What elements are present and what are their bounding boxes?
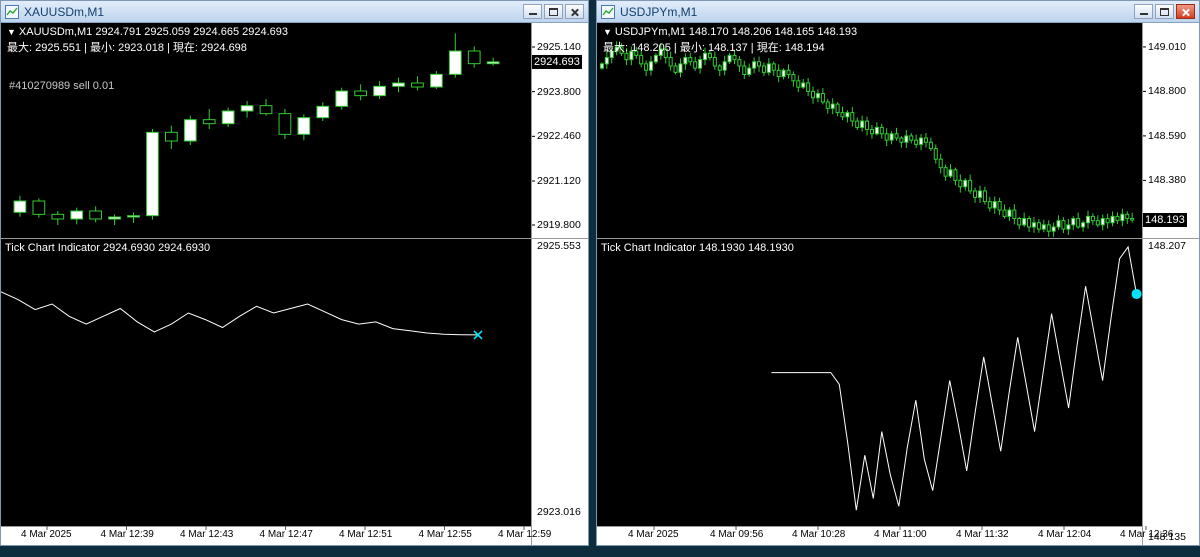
chart-canvas[interactable] [597, 23, 1199, 545]
tick-end-dot-marker [1131, 289, 1142, 300]
window-title: USDJPYm,M1 [620, 4, 698, 19]
time-axis-label: 4 Mar 11:00 [874, 529, 927, 540]
price-axis-label: 2922.460 [537, 130, 581, 143]
minimize-icon [1140, 13, 1148, 15]
mdi-background: XAUUSDm,M1 ▼ XAUUSDm,M1 2924.791 2925.059… [0, 0, 1200, 557]
chart-window-icon [5, 4, 19, 19]
time-axis-label: 4 Mar 2025 [628, 529, 679, 540]
minimize-button[interactable] [523, 4, 542, 19]
ohlc-values: USDJPYm,M1 148.170 148.206 148.165 148.1… [614, 26, 858, 38]
tick-indicator-label: Tick Chart Indicator 2924.6930 2924.6930 [5, 242, 211, 254]
price-axis-label: 2921.120 [537, 175, 581, 187]
time-axis-label: 4 Mar 2025 [21, 529, 72, 540]
current-price-tag: 2924.693 [532, 54, 582, 69]
price-axis-label: 149.010 [1148, 40, 1186, 53]
ohlc-info-line: ▼ XAUUSDm,M1 2924.791 2925.059 2924.665 2… [7, 26, 288, 38]
time-axis-label: 4 Mar 12:39 [100, 529, 154, 540]
ohlc-info-line: ▼ USDJPYm,M1 148.170 148.206 148.165 148.… [603, 26, 857, 38]
window-title: XAUUSDm,M1 [24, 4, 105, 19]
chart-area[interactable]: ▼ XAUUSDm,M1 2924.791 2925.059 2924.665 2… [1, 23, 588, 545]
candlestick-series [13, 33, 500, 225]
price-axis-label: 148.800 [1148, 85, 1186, 98]
chart-area[interactable]: ▼ USDJPYm,M1 148.170 148.206 148.165 148.… [597, 23, 1199, 545]
price-axis-label: 148.380 [1148, 174, 1186, 187]
price-axis-strip[interactable] [1142, 23, 1199, 545]
minimize-icon [529, 13, 537, 15]
time-axis-label: 4 Mar 12:36 [1120, 529, 1174, 540]
price-axis-label: 2925.140 [537, 41, 581, 53]
window-titlebar[interactable]: XAUUSDm,M1 [1, 1, 588, 23]
tick-indicator-label: Tick Chart Indicator 148.1930 148.1930 [601, 242, 794, 254]
tick-line [771, 245, 1137, 511]
tick-scale-max-label: 2925.553 [537, 240, 581, 252]
tick-line [1, 291, 479, 336]
close-icon [1177, 5, 1194, 18]
open-order-label: #410270989 sell 0.01 [9, 80, 115, 92]
time-axis-label: 4 Mar 12:55 [418, 529, 472, 540]
ohlc-values: XAUUSDm,M1 2924.791 2925.059 2924.665 29… [18, 26, 289, 38]
chart-canvas[interactable] [1, 23, 588, 545]
minimize-button[interactable] [1134, 4, 1153, 19]
maximize-button[interactable] [1155, 4, 1174, 19]
time-axis-label: 4 Mar 12:47 [259, 529, 313, 540]
current-price-tag: 148.193 [1143, 212, 1187, 227]
maximize-icon [549, 8, 558, 16]
chart-window-usdjpy[interactable]: USDJPYm,M1 ▼ USDJPYm,M1 148.170 148.206 1… [596, 0, 1200, 546]
chart-window-xauusd[interactable]: XAUUSDm,M1 ▼ XAUUSDm,M1 2924.791 2925.059… [0, 0, 589, 546]
symbol-dropdown-icon: ▼ [7, 27, 16, 37]
symbol-dropdown-icon: ▼ [603, 27, 612, 37]
candlestick-series [599, 41, 1135, 237]
close-button[interactable] [565, 4, 584, 19]
tick-scale-max-label: 148.207 [1148, 240, 1186, 252]
time-axis-label: 4 Mar 11:32 [956, 529, 1009, 540]
tick-scale-min-label: 2923.016 [537, 506, 581, 518]
price-axis-label: 2919.800 [537, 219, 581, 231]
time-axis-label: 4 Mar 12:43 [180, 529, 234, 540]
time-axis-label: 4 Mar 12:59 [498, 529, 552, 540]
maximize-icon [1160, 8, 1169, 16]
price-axis-label: 2923.800 [537, 85, 581, 98]
window-titlebar[interactable]: USDJPYm,M1 [597, 1, 1199, 23]
time-axis-label: 4 Mar 09:56 [710, 529, 764, 540]
max-min-current-line: 最大: 2925.551 | 最小: 2923.018 | 現在: 2924.6… [7, 42, 247, 54]
max-min-current-line: 最大: 148.205 | 最小: 148.137 | 現在: 148.194 [603, 42, 825, 54]
chart-window-icon [601, 4, 615, 19]
close-icon [566, 5, 583, 18]
time-axis-label: 4 Mar 12:51 [339, 529, 393, 540]
price-axis-strip[interactable] [531, 23, 588, 545]
close-button[interactable] [1176, 4, 1195, 19]
time-axis-label: 4 Mar 12:04 [1038, 529, 1092, 540]
time-axis-label: 4 Mar 10:28 [792, 529, 846, 540]
price-axis-label: 148.590 [1148, 129, 1186, 142]
maximize-button[interactable] [544, 4, 563, 19]
